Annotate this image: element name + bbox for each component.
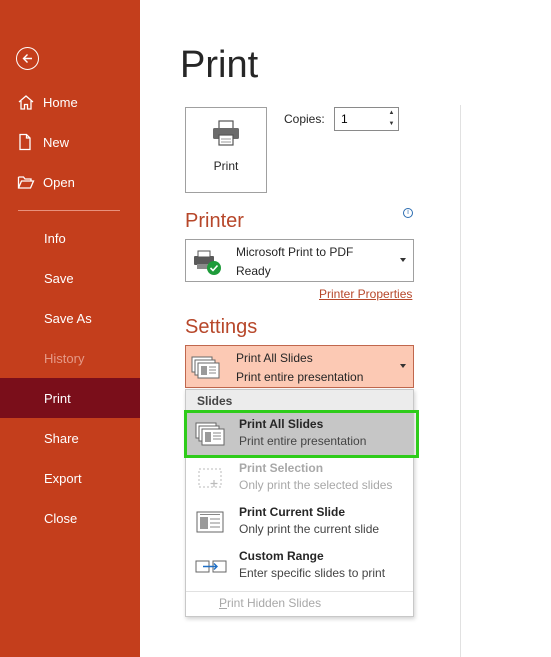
sidebar-item-label: Export <box>44 470 82 486</box>
menu-item-custom-range[interactable]: Custom Range Enter specific slides to pr… <box>186 544 413 588</box>
sidebar-item-info[interactable]: Info <box>0 218 140 258</box>
sidebar-item-open[interactable]: Open <box>0 162 140 202</box>
sidebar-item-label: Share <box>44 430 79 446</box>
sidebar-item-label: Save <box>44 270 74 286</box>
menu-divider <box>186 591 413 592</box>
sidebar-item-close[interactable]: Close <box>0 498 140 538</box>
sidebar-item-home[interactable]: Home <box>0 82 140 122</box>
arrow-left-icon <box>22 54 32 63</box>
sidebar-item-label: New <box>43 134 70 150</box>
print-button-label: Print <box>213 159 239 173</box>
current-slide-icon <box>195 510 227 541</box>
menu-item-desc: Enter specific slides to print <box>239 566 386 580</box>
menu-item-print-all-slides[interactable]: Print All Slides Print entire presentati… <box>184 410 419 458</box>
menu-item-title: Custom Range <box>239 549 324 563</box>
sidebar-item-export[interactable]: Export <box>0 458 140 498</box>
decrement-icon[interactable]: ▼ <box>385 119 398 130</box>
printer-ready-icon <box>192 250 224 281</box>
print-range-title: Print All Slides <box>236 351 313 365</box>
increment-icon[interactable]: ▲ <box>385 108 398 119</box>
printer-properties-link[interactable]: Printer Properties <box>319 287 412 301</box>
sidebar-item-label: Print <box>44 390 71 406</box>
print-button[interactable]: Print <box>185 107 267 193</box>
home-icon <box>17 94 43 110</box>
printer-status: Ready <box>236 264 271 278</box>
printer-dropdown[interactable]: Microsoft Print to PDF Ready <box>185 239 414 282</box>
sidebar-item-label: Home <box>43 94 78 110</box>
custom-range-icon <box>195 554 227 585</box>
copies-stepper[interactable]: ▲ ▼ <box>334 107 399 131</box>
sidebar-item-label: Close <box>44 510 78 526</box>
backstage-sidebar: Home New Open Info Save Save As History … <box>0 0 140 657</box>
menu-item-title: Print All Slides <box>239 417 324 431</box>
sidebar-item-share[interactable]: Share <box>0 418 140 458</box>
sidebar-item-label: Info <box>44 230 66 246</box>
printer-name: Microsoft Print to PDF <box>236 245 354 259</box>
print-hidden-slides-option: Print Hidden Slides <box>219 596 321 610</box>
all-slides-icon <box>191 356 221 385</box>
preview-divider <box>460 105 461 657</box>
menu-section-header: Slides <box>186 390 413 412</box>
menu-item-desc: Only print the current slide <box>239 522 380 536</box>
info-icon[interactable]: i <box>403 208 413 218</box>
chevron-down-icon <box>400 258 406 262</box>
sidebar-item-save[interactable]: Save <box>0 258 140 298</box>
sidebar-item-print[interactable]: Print <box>0 378 140 418</box>
back-button[interactable] <box>16 47 39 70</box>
folder-open-icon <box>17 175 43 190</box>
chevron-down-icon <box>400 364 406 368</box>
menu-item-title: Print Current Slide <box>239 505 346 519</box>
menu-item-desc: Print entire presentation <box>239 434 367 448</box>
menu-item-print-selection: Print Selection Only print the selected … <box>186 456 413 500</box>
page-title: Print <box>180 44 259 86</box>
menu-item-title: Print Selection <box>239 461 324 475</box>
menu-item-print-current-slide[interactable]: Print Current Slide Only print the curre… <box>186 500 413 544</box>
printer-icon <box>211 120 241 151</box>
option-label: rint Hidden Slides <box>227 596 322 610</box>
sidebar-item-history: History <box>0 338 140 378</box>
sidebar-item-save-as[interactable]: Save As <box>0 298 140 338</box>
new-document-icon <box>17 133 43 151</box>
print-range-menu: Slides Print All Slides Print entire pre… <box>184 389 419 617</box>
selection-icon <box>195 466 227 497</box>
sidebar-item-new[interactable]: New <box>0 122 140 162</box>
access-key: P <box>219 596 228 610</box>
print-range-dropdown[interactable]: Print All Slides Print entire presentati… <box>185 345 414 388</box>
sidebar-divider <box>18 210 120 211</box>
all-slides-icon <box>195 422 227 453</box>
sidebar-item-label: History <box>44 350 85 366</box>
menu-item-desc: Only print the selected slides <box>239 478 393 492</box>
copies-input[interactable] <box>335 108 385 130</box>
print-range-desc: Print entire presentation <box>236 370 364 384</box>
sidebar-item-label: Open <box>43 174 75 190</box>
settings-heading: Settings <box>185 316 258 338</box>
copies-label: Copies: <box>284 112 325 126</box>
printer-heading: Printer <box>185 210 244 232</box>
sidebar-item-label: Save As <box>44 310 92 326</box>
